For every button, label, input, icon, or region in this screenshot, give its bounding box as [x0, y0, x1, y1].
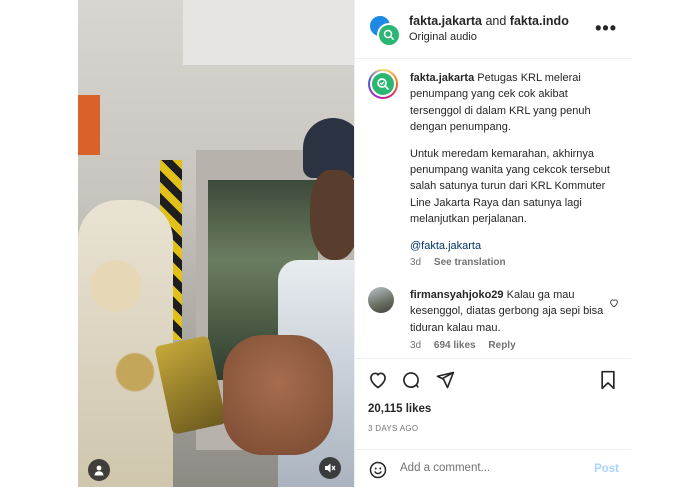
- comment: firmansyahjoko29 Kalau ga mau kesenggol,…: [410, 287, 610, 336]
- mute-icon[interactable]: [319, 457, 341, 479]
- caption-username-link[interactable]: fakta.jakarta: [410, 72, 474, 84]
- collab-avatars[interactable]: [368, 14, 401, 47]
- instagram-post: fakta.jakarta and fakta.indo Original au…: [78, 0, 631, 487]
- audio-link[interactable]: Original audio: [409, 31, 477, 43]
- likes-count[interactable]: 20,115 likes: [368, 403, 431, 415]
- see-translation-button[interactable]: See translation: [434, 257, 506, 268]
- header-conjunction: and: [485, 14, 507, 28]
- header-user2-link[interactable]: fakta.indo: [510, 14, 569, 28]
- post-date: 3 DAYS AGO: [368, 424, 419, 433]
- comment-username-link[interactable]: firmansyahjoko29: [410, 289, 504, 301]
- like-heart-icon[interactable]: [368, 370, 388, 395]
- search-check-logo-icon: [383, 29, 395, 41]
- caption-avatar[interactable]: [368, 69, 398, 99]
- post-caption: fakta.jakarta Petugas KRL melerai penump…: [410, 70, 615, 258]
- post-comment-button[interactable]: Post: [594, 463, 619, 475]
- comment-bubble-icon[interactable]: [401, 370, 421, 395]
- caption-time: 3d: [410, 257, 422, 268]
- comment-input[interactable]: [400, 462, 570, 474]
- caption-paragraph: Untuk meredam kemarahan, akhirnya penump…: [410, 147, 610, 226]
- search-check-logo-icon: [377, 78, 390, 91]
- comment-meta: 3d 694 likes Reply: [410, 340, 516, 351]
- save-bookmark-icon[interactable]: [599, 370, 617, 395]
- emoji-icon[interactable]: [369, 461, 387, 484]
- commenter-avatar[interactable]: [368, 287, 394, 313]
- post-header: fakta.jakarta and fakta.indo Original au…: [355, 0, 631, 59]
- header-user1-link[interactable]: fakta.jakarta: [409, 14, 482, 28]
- tagged-users-icon[interactable]: [88, 459, 110, 481]
- like-comment-heart-icon[interactable]: [609, 295, 619, 313]
- reply-button[interactable]: Reply: [488, 340, 515, 351]
- avatar: [377, 23, 401, 47]
- post-details-panel: fakta.jakarta and fakta.indo Original au…: [354, 0, 631, 487]
- share-send-icon[interactable]: [435, 370, 455, 395]
- post-video[interactable]: [78, 0, 354, 487]
- header-usernames: fakta.jakarta and fakta.indo: [409, 14, 569, 28]
- caption-meta: 3d See translation: [410, 257, 506, 268]
- comment-time: 3d: [410, 340, 422, 351]
- mention-link[interactable]: @fakta.jakarta: [410, 238, 615, 254]
- add-comment-bar: Post: [355, 449, 631, 488]
- post-actions: [355, 358, 631, 399]
- comment-likes[interactable]: 694 likes: [434, 340, 476, 351]
- more-options-icon[interactable]: •••: [595, 18, 617, 39]
